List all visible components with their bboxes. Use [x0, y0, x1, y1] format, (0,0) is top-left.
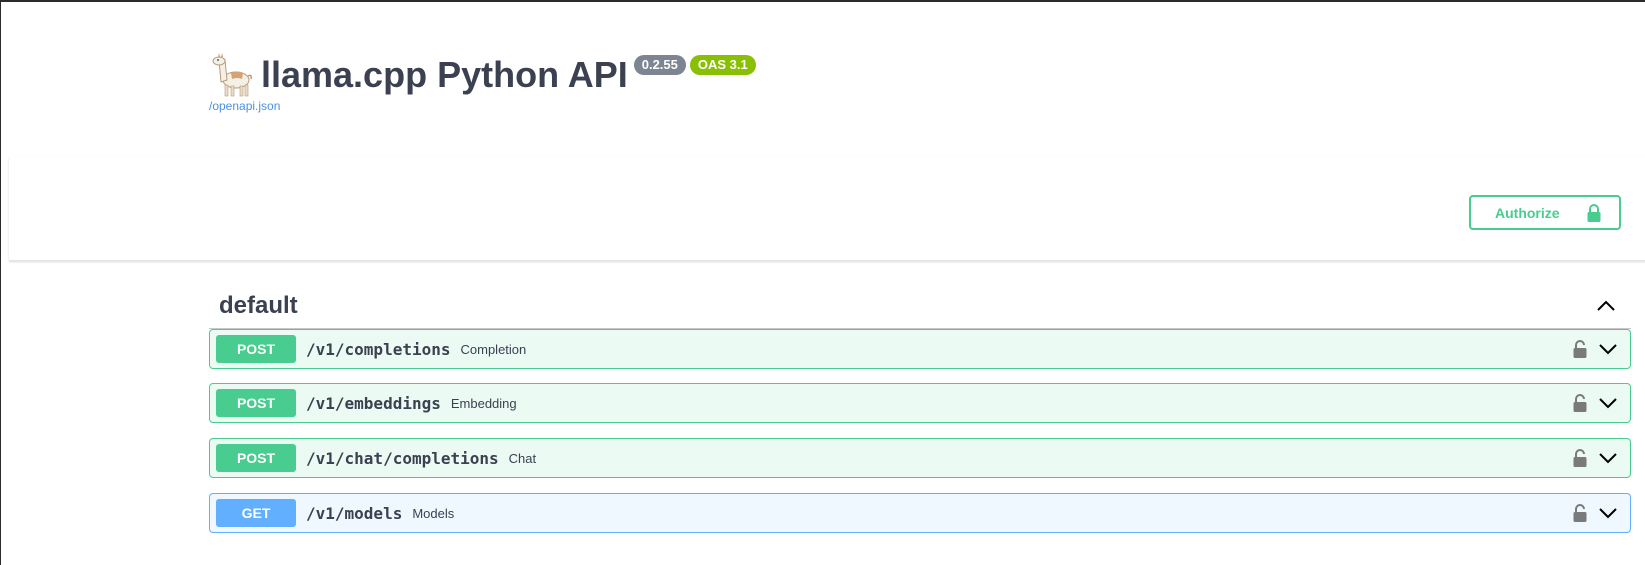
llama-icon	[212, 53, 252, 97]
title-row: llama.cpp Python API 0.2.55 OAS 3.1	[209, 50, 756, 100]
method-badge: POST	[216, 389, 296, 417]
method-badge: POST	[216, 335, 296, 363]
tag-header[interactable]: default	[209, 284, 1631, 329]
operation-get-v1-models[interactable]: GET /v1/models Models	[209, 493, 1631, 533]
lock-icon[interactable]	[1572, 393, 1588, 413]
chevron-down-icon[interactable]	[1598, 393, 1618, 413]
operation-path: /v1/completions	[306, 339, 451, 359]
lock-icon[interactable]	[1572, 339, 1588, 359]
operation-controls	[1572, 448, 1618, 468]
tag-section-default: default	[209, 284, 1631, 329]
oas-badge: OAS 3.1	[689, 55, 756, 75]
chevron-down-icon[interactable]	[1598, 503, 1618, 523]
operation-post-v1-embeddings[interactable]: POST /v1/embeddings Embedding	[209, 383, 1631, 423]
version-badge: 0.2.55	[633, 55, 686, 75]
api-info: llama.cpp Python API 0.2.55 OAS 3.1	[209, 50, 756, 100]
operation-controls	[1572, 339, 1618, 359]
chevron-up-icon[interactable]	[1595, 295, 1617, 317]
method-badge: POST	[216, 444, 296, 472]
operation-controls	[1572, 393, 1618, 413]
authorize-button[interactable]: Authorize	[1469, 195, 1621, 230]
operation-path: /v1/models	[306, 503, 403, 523]
operation-path: /v1/chat/completions	[306, 448, 499, 468]
authorize-label: Authorize	[1495, 204, 1560, 221]
operation-summary: Models	[412, 505, 455, 521]
operation-summary: Completion	[460, 341, 527, 357]
chevron-down-icon[interactable]	[1598, 339, 1618, 359]
operation-post-v1-completions[interactable]: POST /v1/completions Completion	[209, 329, 1631, 369]
operation-path: /v1/embeddings	[306, 393, 441, 413]
openapi-json-link[interactable]: /openapi.json	[209, 99, 280, 113]
scheme-container	[9, 157, 1645, 261]
method-badge: GET	[216, 499, 296, 527]
operation-summary: Embedding	[450, 395, 517, 411]
lock-icon	[1587, 203, 1601, 222]
lock-icon[interactable]	[1572, 448, 1588, 468]
chevron-down-icon[interactable]	[1598, 448, 1618, 468]
page-title: llama.cpp Python API	[261, 54, 628, 95]
operation-post-v1-chat-completions[interactable]: POST /v1/chat/completions Chat	[209, 438, 1631, 478]
operation-summary: Chat	[508, 450, 537, 466]
tag-name: default	[219, 292, 298, 319]
lock-icon[interactable]	[1572, 503, 1588, 523]
operation-controls	[1572, 503, 1618, 523]
